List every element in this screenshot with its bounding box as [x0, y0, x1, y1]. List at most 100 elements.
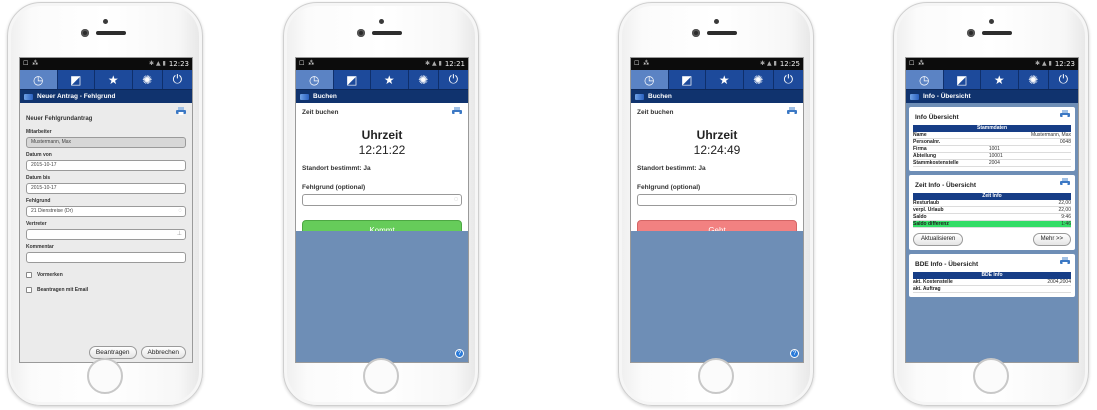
- status-clock: 12:21: [444, 60, 465, 68]
- email-checkbox[interactable]: Beantragen mit Email: [26, 287, 186, 293]
- table-row: akt. Kostenstelle 2004,2004: [913, 279, 1071, 286]
- printer-icon[interactable]: [1060, 178, 1070, 186]
- earpiece-speaker: [982, 31, 1012, 35]
- row-label: Personalnr.: [913, 139, 941, 145]
- table-row: Resturlaub 22,00: [913, 200, 1071, 207]
- fehlgrund-select[interactable]: ◌: [302, 194, 462, 206]
- table-row: Saldo 9:46: [913, 214, 1071, 221]
- kommentar-field[interactable]: [26, 252, 186, 263]
- tag-icon[interactable]: ◩: [668, 70, 707, 89]
- printer-icon[interactable]: [787, 107, 797, 115]
- power-icon[interactable]: ⏻: [1048, 70, 1078, 89]
- fehlgrund-label: Fehlgrund (optional): [302, 184, 366, 191]
- page-titlebar: Neuer Antrag - Fehlgrund: [20, 90, 192, 103]
- fehlgrund-select[interactable]: ◌: [637, 194, 797, 206]
- earpiece-speaker: [372, 31, 402, 35]
- clock-icon[interactable]: ◷: [631, 70, 669, 89]
- help-icon[interactable]: ?: [790, 349, 799, 358]
- tag-icon[interactable]: ◩: [57, 70, 96, 89]
- datum-bis-field[interactable]: 2015-10-17: [26, 183, 186, 194]
- proximity-sensor: [357, 29, 365, 37]
- printer-icon[interactable]: [1060, 257, 1070, 265]
- field-label-datum-von: Datum von: [26, 152, 52, 158]
- star-icon[interactable]: ★: [371, 70, 409, 89]
- empty-panel: ?: [296, 231, 468, 362]
- main-toolbar: ◷ ◩ ★ ✺ ⏻: [631, 70, 803, 90]
- status-bar: ☐ ⁂ ✱ ▲ ▮ 12:25: [631, 58, 803, 70]
- printer-icon[interactable]: [1060, 110, 1070, 118]
- front-camera: [714, 19, 719, 24]
- home-button[interactable]: [698, 358, 734, 394]
- row-value: 2004,2004: [1047, 279, 1071, 285]
- uhrzeit-heading: Uhrzeit: [361, 128, 403, 142]
- zeit-card-title: Zeit Info - Übersicht: [915, 182, 977, 189]
- row-value: Mustermann, Max: [1030, 132, 1071, 138]
- table-row: Firma 1001: [913, 146, 1071, 153]
- bde-card: BDE Info - Übersicht BDE Info akt. Koste…: [909, 254, 1075, 297]
- person-icon: ⊥: [176, 231, 182, 237]
- star-icon[interactable]: ★: [706, 70, 744, 89]
- datum-von-field[interactable]: 2015-10-17: [26, 160, 186, 171]
- overview-panel: Info Übersicht Stammdaten Name Mustermann…: [906, 103, 1078, 362]
- table-header: Stammdaten: [913, 125, 1071, 132]
- row-value: 1001: [988, 146, 1000, 152]
- main-toolbar: ◷ ◩ ★ ✺ ⏻: [296, 70, 468, 90]
- field-label-mitarbeiter: Mitarbeiter: [26, 129, 52, 135]
- home-button[interactable]: [87, 358, 123, 394]
- row-value: 1:46: [1061, 221, 1071, 227]
- gear-icon[interactable]: ✺: [1018, 70, 1049, 89]
- status-left-icons: ☐ ⁂: [23, 60, 40, 67]
- beantragen-button[interactable]: Beantragen: [88, 346, 137, 359]
- page-titlebar: Info - Übersicht: [906, 90, 1078, 103]
- printer-icon[interactable]: [452, 107, 462, 115]
- signal-battery-icon: ✱ ▲ ▮: [760, 60, 777, 67]
- email-label: Beantragen mit Email: [37, 287, 89, 293]
- star-icon[interactable]: ★: [95, 70, 133, 89]
- fehlgrund-select[interactable]: 21 Dienstreise (Dr) ◌: [26, 206, 186, 217]
- front-camera: [379, 19, 384, 24]
- app-logo-icon: [635, 93, 644, 100]
- field-label-vertreter: Vertreter: [26, 221, 47, 227]
- printer-icon[interactable]: [176, 107, 186, 115]
- page-title: Neuer Antrag - Fehlgrund: [37, 93, 116, 100]
- power-icon[interactable]: ⏻: [438, 70, 468, 89]
- gear-icon[interactable]: ✺: [132, 70, 163, 89]
- star-icon[interactable]: ★: [981, 70, 1019, 89]
- tag-icon[interactable]: ◩: [943, 70, 982, 89]
- status-clock: 12:23: [1054, 60, 1075, 68]
- proximity-sensor: [81, 29, 89, 37]
- mehr-button[interactable]: Mehr >>: [1032, 233, 1071, 246]
- power-icon[interactable]: ⏻: [162, 70, 192, 89]
- dropdown-icon: ◌: [453, 196, 458, 203]
- phone-screen: ☐ ⁂ ✱ ▲ ▮ 12:23 ◷ ◩ ★ ✺ ⏻ Neuer Antrag - …: [19, 57, 193, 363]
- page-title: Buchen: [648, 93, 672, 100]
- app-logo-icon: [300, 93, 309, 100]
- row-label: Saldo differenz: [913, 221, 949, 227]
- help-icon[interactable]: ?: [455, 349, 464, 358]
- gear-icon[interactable]: ✺: [408, 70, 439, 89]
- vormerken-label: Vormerken: [37, 272, 63, 278]
- page-titlebar: Buchen: [296, 90, 468, 103]
- power-icon[interactable]: ⏻: [773, 70, 803, 89]
- main-toolbar: ◷ ◩ ★ ✺ ⏻: [20, 70, 192, 90]
- vertreter-field[interactable]: ⊥: [26, 229, 186, 240]
- home-button[interactable]: [363, 358, 399, 394]
- row-value: 2004: [988, 160, 1000, 166]
- home-button[interactable]: [973, 358, 1009, 394]
- clock-icon[interactable]: ◷: [20, 70, 58, 89]
- gear-icon[interactable]: ✺: [743, 70, 774, 89]
- clock-icon[interactable]: ◷: [906, 70, 944, 89]
- phone-screen: ☐ ⁂ ✱ ▲ ▮ 12:21 ◷ ◩ ★ ✺ ⏻ Buchen Zeit buc…: [295, 57, 469, 363]
- phone-geht: ☐ ⁂ ✱ ▲ ▮ 12:25 ◷ ◩ ★ ✺ ⏻ Buchen Zeit buc…: [618, 2, 814, 406]
- tag-icon[interactable]: ◩: [333, 70, 372, 89]
- status-left-icons: ☐ ⁂: [634, 60, 651, 67]
- clock-icon[interactable]: ◷: [296, 70, 334, 89]
- current-time: 12:24:49: [693, 143, 741, 157]
- info-card-title: Info Übersicht: [915, 114, 959, 121]
- vormerken-checkbox[interactable]: Vormerken: [26, 272, 186, 278]
- table-row: akt. Auftrag: [913, 286, 1071, 293]
- row-label: akt. Auftrag: [913, 286, 941, 292]
- abbrechen-button[interactable]: Abbrechen: [140, 346, 186, 359]
- aktualisieren-button[interactable]: Aktualisieren: [913, 233, 964, 246]
- phone-fehlgrund: ☐ ⁂ ✱ ▲ ▮ 12:23 ◷ ◩ ★ ✺ ⏻ Neuer Antrag - …: [7, 2, 203, 406]
